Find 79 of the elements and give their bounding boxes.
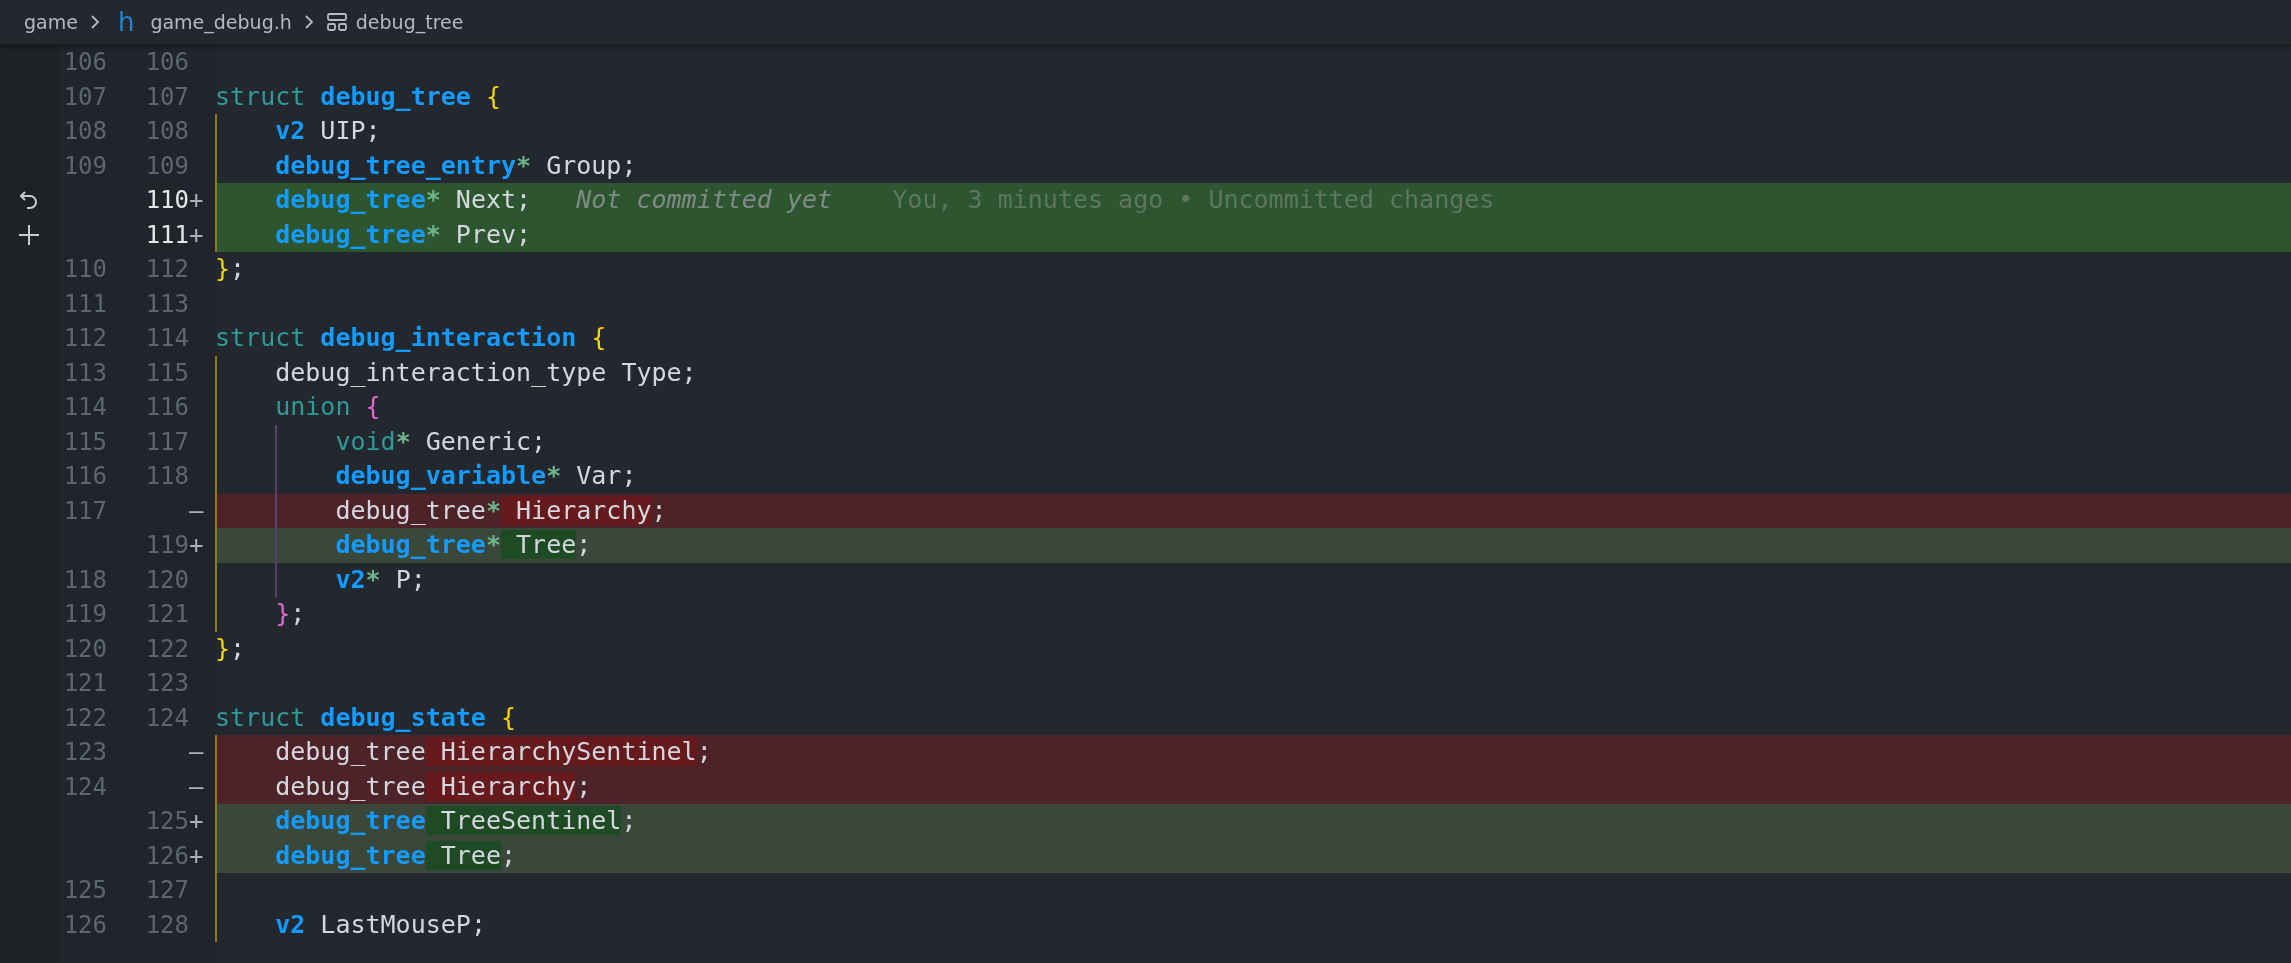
code-line: debug_variable* Var; (334, 460, 637, 492)
line-number: 126 (63, 910, 107, 939)
line-number: 108 (63, 117, 107, 145)
code-line: debug_interaction_type Type; (274, 356, 697, 389)
line-number: 119 (145, 531, 189, 559)
line-number: 111 (63, 289, 107, 318)
line-number: 110 (145, 186, 189, 214)
code-line: }; (274, 598, 306, 630)
line-number: 128 (145, 910, 189, 939)
line-number: 121 (145, 600, 189, 628)
code-line: debug_tree* Hierarchy; (334, 494, 667, 527)
line-number: 116 (63, 462, 107, 490)
line-number: 125 (145, 807, 189, 835)
code-line: }; (215, 632, 246, 665)
line-number: 109 (63, 151, 107, 180)
diff-sign: + (189, 841, 204, 870)
line-number: 110 (63, 255, 107, 283)
line-number: 117 (63, 496, 107, 525)
line-number: 122 (63, 703, 107, 732)
line-number: 107 (145, 82, 189, 111)
diff-sign: — (189, 772, 204, 801)
line-number: 107 (63, 82, 107, 111)
breadcrumb-item[interactable]: debug_tree (355, 11, 464, 33)
code-line: struct debug_tree { (215, 80, 501, 113)
line-number: 115 (145, 358, 189, 387)
diff-sign: + (189, 186, 204, 214)
line-number: 112 (145, 255, 189, 283)
file-icon: h (117, 9, 135, 35)
line-number: 120 (63, 634, 107, 663)
line-number: 111 (145, 220, 189, 249)
inline-note: Not committed yet (576, 184, 833, 216)
code-line: void* Generic; (334, 425, 547, 458)
breadcrumb-item[interactable]: game (24, 11, 78, 33)
line-number: 118 (63, 565, 107, 594)
line-number: 126 (145, 841, 189, 870)
diff-sign: — (189, 738, 204, 766)
diff-sign: + (189, 531, 204, 559)
code-line: debug_tree Tree; (274, 839, 517, 872)
code-line: }; (215, 253, 246, 285)
code-line: debug_tree* Next; (274, 184, 532, 216)
line-number: 125 (63, 876, 107, 904)
line-number: 113 (63, 358, 107, 387)
diff-sign: — (189, 496, 204, 525)
code-line: debug_tree_entry* Group; (274, 149, 637, 182)
code-line: debug_tree Hierarchy; (274, 770, 592, 803)
diff-sign: + (189, 807, 204, 835)
line-number: 124 (63, 772, 107, 801)
code-line: v2 LastMouseP; (274, 908, 486, 941)
code-line: struct debug_state { (215, 701, 517, 734)
code-line: v2* P; (334, 563, 426, 596)
code-line: debug_tree* Prev; (274, 218, 532, 251)
line-number: 120 (145, 565, 189, 594)
line-number: 108 (145, 117, 189, 145)
line-number: 106 (145, 48, 189, 76)
line-number: 124 (145, 703, 189, 732)
line-number: 116 (145, 393, 189, 421)
line-number: 123 (63, 738, 107, 766)
line-number: 109 (145, 151, 189, 180)
line-number: 114 (145, 324, 189, 352)
breadcrumb-item[interactable]: game_debug.h (150, 11, 292, 33)
line-number: 123 (145, 669, 189, 697)
line-number: 118 (145, 462, 189, 490)
structure-icon (325, 12, 348, 32)
code-line: struct debug_interaction { (215, 322, 607, 354)
line-number: 115 (63, 427, 107, 456)
line-number: 112 (63, 324, 107, 352)
line-number: 117 (145, 427, 189, 456)
code-line: v2 UIP; (274, 115, 381, 147)
line-number: 122 (145, 634, 189, 663)
code-line: debug_tree TreeSentinel; (274, 805, 637, 837)
line-number: 114 (63, 393, 107, 421)
line-number: 119 (63, 600, 107, 628)
code-line: debug_tree* Tree; (334, 529, 592, 561)
diff-sign: + (189, 220, 204, 249)
line-number: 106 (63, 48, 107, 76)
line-number: 121 (63, 669, 107, 697)
line-number: 127 (145, 876, 189, 904)
line-number: 113 (145, 289, 189, 318)
code-line: union { (274, 391, 381, 423)
